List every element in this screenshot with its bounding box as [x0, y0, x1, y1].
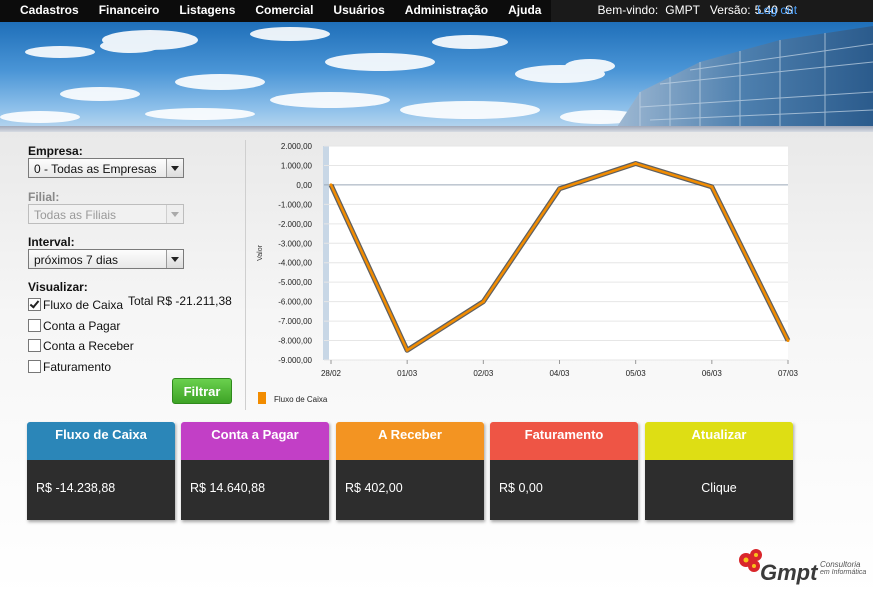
checkbox-faturamento[interactable] [28, 360, 41, 373]
menu-comercial[interactable]: Comercial [245, 0, 323, 22]
card-title: Conta a Pagar [181, 422, 329, 460]
legend-label: Fluxo de Caixa [274, 395, 328, 404]
refresh-button[interactable]: Clique [645, 460, 793, 520]
welcome-label: Bem-vindo: [597, 3, 659, 17]
logo-tagline-2: em Informática [820, 569, 867, 576]
menu-usuarios[interactable]: Usuários [323, 0, 394, 22]
total-value: Total R$ -21.211,38 [128, 294, 232, 308]
empresa-select[interactable]: 0 - Todas as Empresas [28, 158, 184, 178]
chevron-down-icon[interactable] [166, 159, 183, 177]
card-atualizar[interactable]: Atualizar Clique [645, 422, 793, 520]
y-tick-label: -7.000,00 [278, 317, 312, 326]
y-tick-label: -2.000,00 [278, 220, 312, 229]
data-point [786, 339, 790, 343]
filial-label: Filial: [28, 190, 60, 204]
data-point [329, 183, 333, 187]
menu-financeiro[interactable]: Financeiro [89, 0, 170, 22]
y-tick-label: -9.000,00 [278, 356, 312, 365]
empresa-value: 0 - Todas as Empresas [34, 162, 157, 176]
x-tick-label: 05/03 [626, 369, 647, 378]
menu-ajuda[interactable]: Ajuda [498, 0, 551, 22]
interval-label: Interval: [28, 235, 75, 249]
logo-tagline-1: Consultoria [820, 560, 861, 569]
x-tick-label: 06/03 [702, 369, 723, 378]
x-tick-label: 28/02 [321, 369, 342, 378]
data-point [634, 162, 638, 166]
y-tick-label: -6.000,00 [278, 298, 312, 307]
y-tick-label: -1.000,00 [278, 200, 312, 209]
menu-listagens[interactable]: Listagens [169, 0, 245, 22]
y-tick-label: 1.000,00 [281, 161, 313, 170]
company-logo: Gmpt Consultoria em Informática [734, 546, 873, 590]
data-point [405, 348, 409, 352]
x-tick-label: 07/03 [778, 369, 799, 378]
y-axis-band [323, 146, 329, 360]
logo-brand: Gmpt [760, 560, 818, 585]
label-faturamento: Faturamento [43, 360, 112, 374]
y-tick-label: -8.000,00 [278, 337, 312, 346]
filial-select[interactable]: Todas as Filiais [28, 204, 184, 224]
card-title: Fluxo de Caixa [27, 422, 175, 460]
y-tick-label: 0,00 [296, 181, 312, 190]
visualizar-label: Visualizar: [28, 280, 88, 294]
card-fluxo-de-caixa[interactable]: Fluxo de Caixa R$ -14.238,88 [27, 422, 175, 520]
label-conta-a-receber: Conta a Receber [43, 339, 134, 353]
y-tick-label: -4.000,00 [278, 259, 312, 268]
y-tick-label: -5.000,00 [278, 278, 312, 287]
x-tick-label: 01/03 [397, 369, 418, 378]
menu-cadastros[interactable]: Cadastros [0, 0, 89, 22]
filter-button[interactable]: Filtrar [172, 378, 232, 404]
card-conta-a-pagar[interactable]: Conta a Pagar R$ 14.640,88 [181, 422, 329, 520]
banner-illustration [0, 26, 873, 130]
card-value: R$ 0,00 [490, 460, 638, 520]
chevron-down-icon[interactable] [166, 205, 183, 223]
card-value: R$ 402,00 [336, 460, 484, 520]
x-tick-label: 04/03 [549, 369, 570, 378]
y-tick-label: -3.000,00 [278, 239, 312, 248]
data-point [558, 187, 561, 191]
filial-value: Todas as Filiais [34, 208, 117, 222]
card-value: R$ -14.238,88 [27, 460, 175, 520]
data-point [710, 185, 714, 189]
checkbox-conta-a-receber[interactable] [28, 339, 41, 352]
cash-flow-chart: 2.000,00 1.000,00 0,00 -1.000,00 -2.000,00 -3… [257, 142, 799, 404]
checkbox-conta-a-pagar[interactable] [28, 319, 41, 332]
chevron-down-icon[interactable] [166, 250, 183, 268]
header-banner [0, 22, 873, 130]
y-axis-title: Valor [257, 244, 264, 260]
card-title: A Receber [336, 422, 484, 460]
label-fluxo-de-caixa: Fluxo de Caixa [43, 298, 124, 312]
empresa-label: Empresa: [28, 144, 83, 158]
card-a-receber[interactable]: A Receber R$ 402,00 [336, 422, 484, 520]
top-navbar: Cadastros Financeiro Listagens Comercial… [0, 0, 873, 22]
label-conta-a-pagar: Conta a Pagar [43, 319, 121, 333]
plot-area [324, 146, 788, 360]
card-title: Atualizar [645, 422, 793, 460]
card-title: Faturamento [490, 422, 638, 460]
card-value: R$ 14.640,88 [181, 460, 329, 520]
user-name: GMPT [665, 3, 700, 17]
logout-link[interactable]: Log out [757, 0, 797, 21]
legend-swatch [258, 392, 266, 404]
card-faturamento[interactable]: Faturamento R$ 0,00 [490, 422, 638, 520]
menu-administracao[interactable]: Administração [395, 0, 498, 22]
x-tick-label: 02/03 [473, 369, 494, 378]
main-menu: Cadastros Financeiro Listagens Comercial… [0, 0, 552, 22]
y-tick-label: 2.000,00 [281, 142, 313, 151]
data-point [481, 300, 485, 304]
interval-value: próximos 7 dias [34, 253, 119, 267]
checkbox-fluxo-de-caixa[interactable] [28, 298, 41, 311]
interval-select[interactable]: próximos 7 dias [28, 249, 184, 269]
version-label: Versão: [709, 3, 751, 17]
panel-divider [245, 140, 246, 410]
